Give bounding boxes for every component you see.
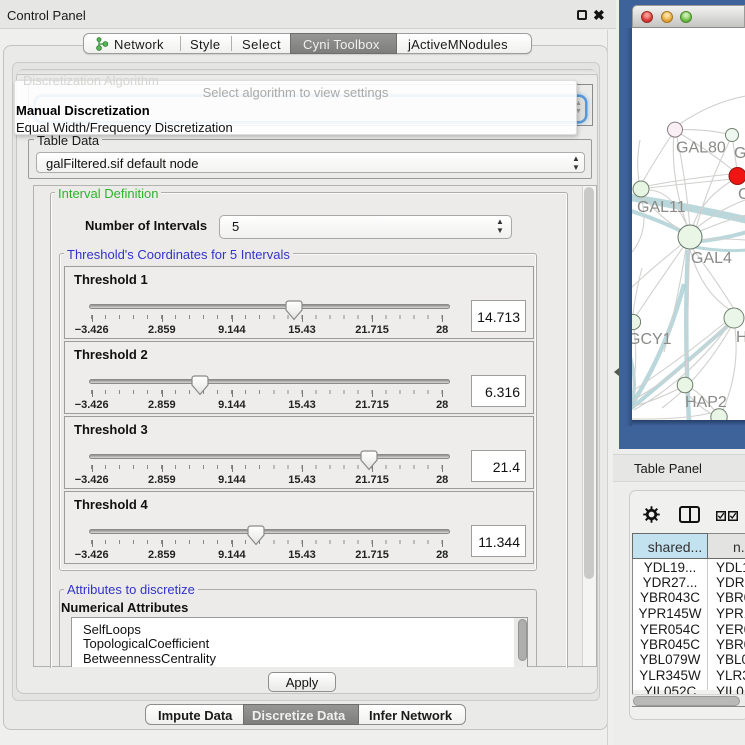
svg-text:GAL11: GAL11 bbox=[637, 199, 686, 216]
svg-text:GCY1: GCY1 bbox=[632, 331, 672, 348]
svg-text:H: H bbox=[736, 329, 745, 346]
svg-text:HAP2: HAP2 bbox=[685, 394, 727, 411]
svg-text:GAL4: GAL4 bbox=[691, 250, 732, 267]
svg-text:C: C bbox=[738, 186, 745, 203]
svg-text:GAL80: GAL80 bbox=[676, 140, 726, 157]
svg-text:G.: G. bbox=[734, 145, 745, 162]
